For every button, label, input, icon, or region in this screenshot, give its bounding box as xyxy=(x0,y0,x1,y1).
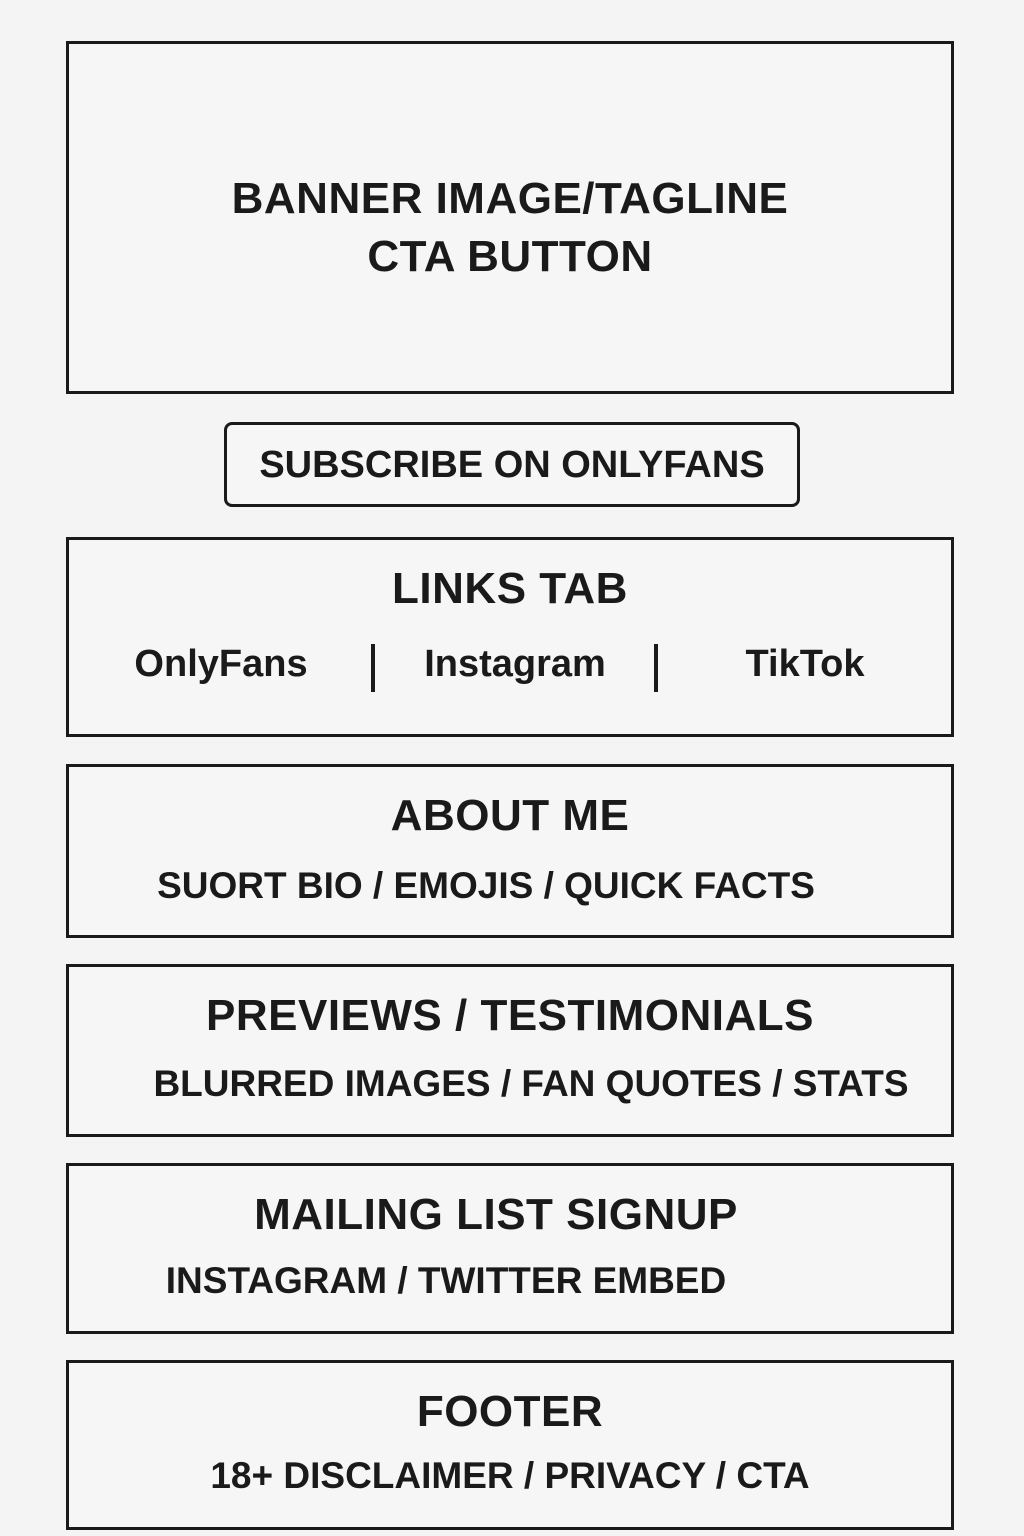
about-title: ABOUT ME xyxy=(390,791,630,840)
links-tab-title: LINKS TAB xyxy=(392,564,628,613)
mailing-subtitle: INSTAGRAM / TWITTER EMBED xyxy=(165,1260,727,1301)
link-tiktok[interactable]: TikTok xyxy=(705,643,905,686)
subscribe-button[interactable]: SUBSCRIBE ON ONLYFANS xyxy=(224,422,800,507)
about-subtitle: SUORT BIO / EMOJIS / QUICK FACTS xyxy=(157,865,815,906)
mailing-title: MAILING LIST SIGNUP xyxy=(254,1190,738,1239)
previews-subtitle: BLURRED IMAGES / FAN QUOTES / STATS xyxy=(153,1063,909,1104)
previews-section: PREVIEWS / TESTIMONIALS BLURRED IMAGES /… xyxy=(66,964,954,1137)
banner-section: BANNER IMAGE/TAGLINE CTA BUTTON xyxy=(66,41,954,394)
footer-subtitle: 18+ DISCLAIMER / PRIVACY / CTA xyxy=(210,1455,810,1496)
footer-title: FOOTER xyxy=(416,1387,604,1436)
about-section: ABOUT ME SUORT BIO / EMOJIS / QUICK FACT… xyxy=(66,764,954,938)
link-instagram[interactable]: Instagram xyxy=(415,643,615,686)
footer-section: FOOTER 18+ DISCLAIMER / PRIVACY / CTA xyxy=(66,1360,954,1530)
banner-cta-label: CTA BUTTON xyxy=(367,232,653,281)
previews-title: PREVIEWS / TESTIMONIALS xyxy=(206,991,814,1040)
link-separator xyxy=(654,644,658,692)
banner-tagline: BANNER IMAGE/TAGLINE xyxy=(231,174,789,223)
link-onlyfans[interactable]: OnlyFans xyxy=(121,643,321,686)
mailing-section: MAILING LIST SIGNUP INSTAGRAM / TWITTER … xyxy=(66,1163,954,1334)
links-tab-section: LINKS TAB OnlyFans Instagram TikTok xyxy=(66,537,954,737)
link-separator xyxy=(371,644,375,692)
